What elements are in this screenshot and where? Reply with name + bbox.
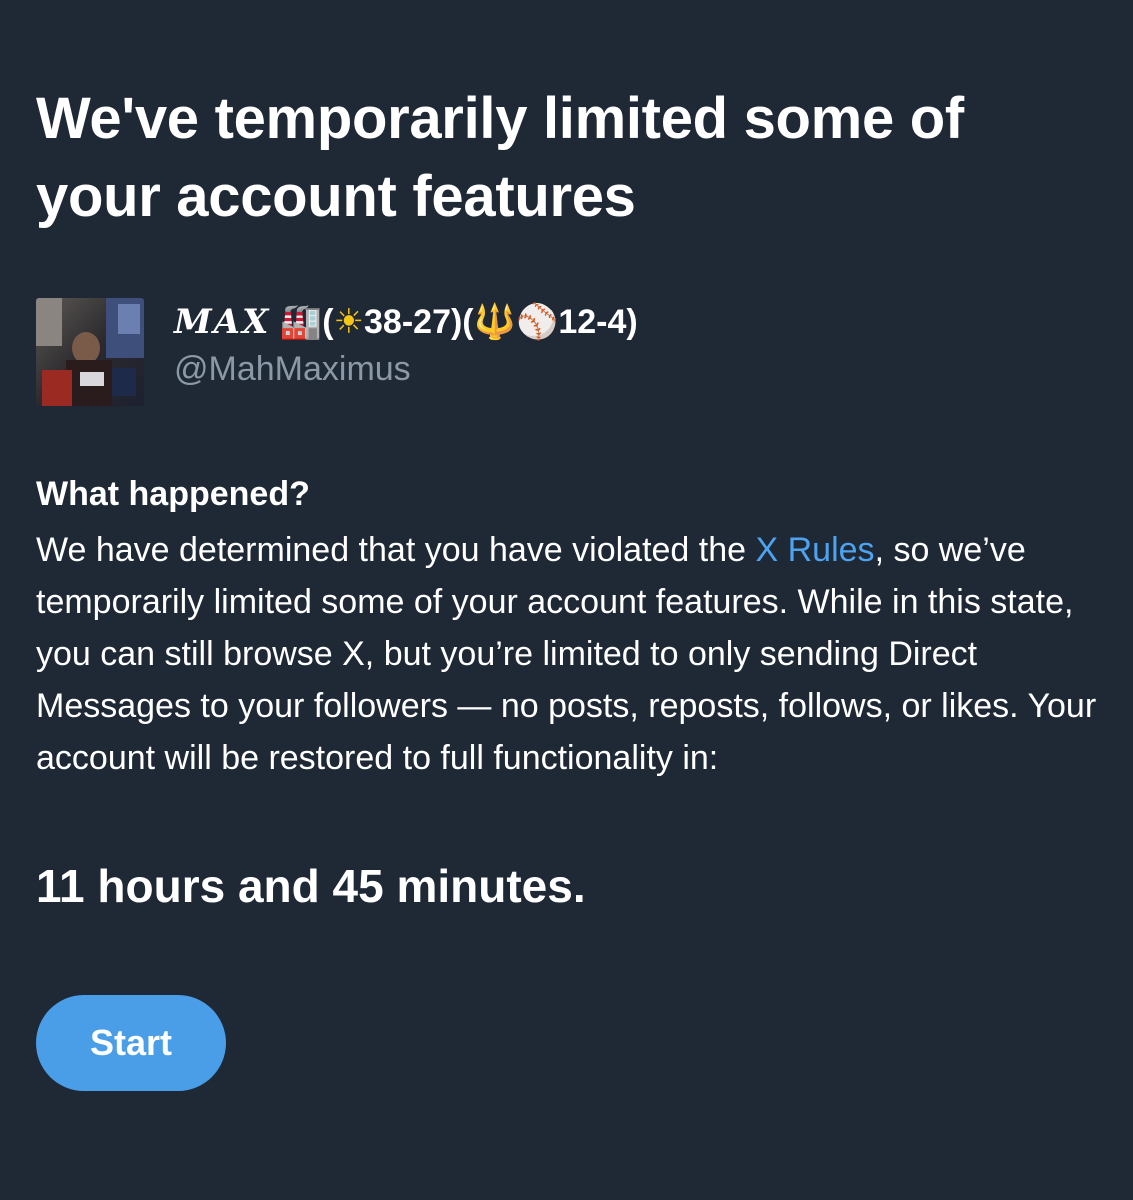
page-title-line1: We've temporarily limited some of [36, 86, 964, 151]
display-name-record-1: 38-27)( [364, 303, 474, 341]
display-name-paren: ( [322, 303, 334, 341]
avatar [36, 298, 144, 406]
display-name-text: MAX [174, 302, 271, 342]
display-name: MAX 🏭(☀38-27)(🔱⚾12-4) [174, 298, 638, 346]
factory-emoji-icon: 🏭 [279, 303, 323, 341]
x-rules-link[interactable]: X Rules [756, 531, 875, 569]
trident-icon: 🔱 [473, 303, 516, 341]
baseball-icon: ⚾ [515, 303, 559, 341]
page-title-line2: your account features [36, 164, 636, 229]
explanation-text: We have determined that you have violate… [36, 524, 1106, 784]
section-heading: What happened? [36, 475, 310, 513]
account-info: MAX 🏭(☀38-27)(🔱⚾12-4) @MahMaximus [174, 298, 638, 390]
start-button[interactable]: Start [36, 995, 226, 1091]
restriction-countdown: 11 hours and 45 minutes. [36, 860, 586, 912]
display-name-record-2: 12-4) [558, 303, 638, 341]
sun-icon: ☀ [333, 303, 365, 341]
limit-notice: We've temporarily limited some of your a… [36, 80, 1106, 1091]
account-card: MAX 🏭(☀38-27)(🔱⚾12-4) @MahMaximus [36, 298, 1106, 406]
account-handle: @MahMaximus [174, 350, 411, 388]
page-title: We've temporarily limited some of your a… [36, 80, 1106, 236]
explanation-part-1: We have determined that you have violate… [36, 531, 756, 569]
